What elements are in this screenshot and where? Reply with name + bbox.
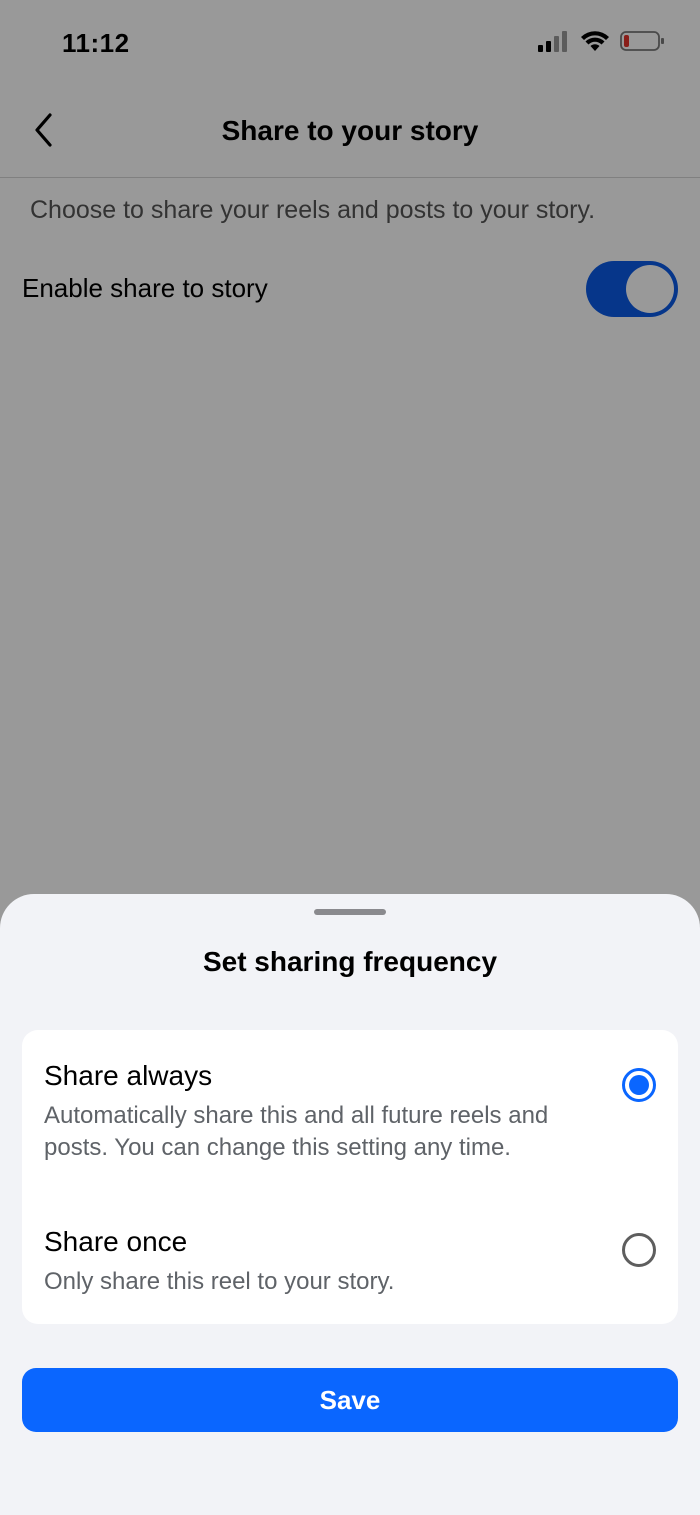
radio-share-once[interactable] <box>622 1233 656 1267</box>
radio-share-always[interactable] <box>622 1068 656 1102</box>
sheet-drag-handle[interactable] <box>314 909 386 915</box>
option-share-once[interactable]: Share once Only share this reel to your … <box>22 1226 678 1296</box>
options-card: Share always Automatically share this an… <box>22 1030 678 1324</box>
option-description: Only share this reel to your story. <box>44 1268 395 1295</box>
sharing-frequency-sheet: Set sharing frequency Share always Autom… <box>0 894 700 1515</box>
radio-selected-dot <box>629 1075 649 1095</box>
sheet-title: Set sharing frequency <box>202 946 498 977</box>
save-button[interactable]: Save <box>22 1368 678 1432</box>
option-title: Share always <box>44 1060 213 1091</box>
option-title: Share once <box>44 1226 188 1257</box>
option-share-always[interactable]: Share always Automatically share this an… <box>22 1060 678 1192</box>
screen: 11:12 Share to your story Choose to shar… <box>0 0 700 1515</box>
option-description: Automatically share this and all future … <box>44 1102 549 1161</box>
